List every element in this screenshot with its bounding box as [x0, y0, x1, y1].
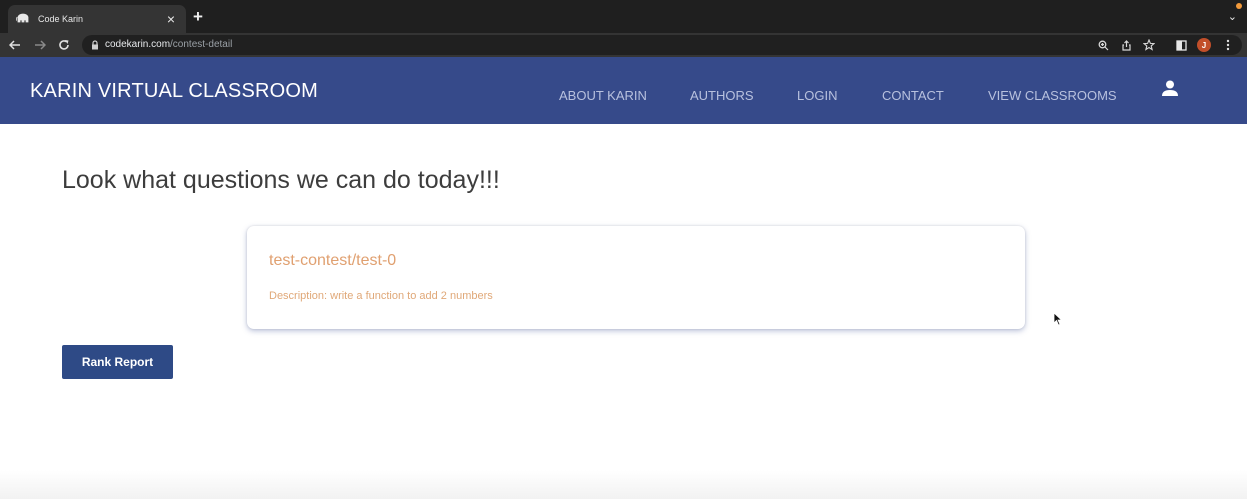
url-host: codekarin.com — [105, 39, 171, 50]
question-description: Description: write a function to add 2 n… — [269, 290, 493, 302]
user-account-icon[interactable] — [1160, 79, 1180, 99]
tab-search-chevron-icon[interactable]: ⌄ — [1228, 10, 1237, 23]
question-card[interactable]: test-contest/test-0 Description: write a… — [247, 226, 1025, 329]
mouse-pointer-icon — [1053, 312, 1063, 326]
lock-icon — [92, 40, 98, 50]
bookmark-star-icon[interactable] — [1142, 38, 1156, 52]
nav-link-contact[interactable]: CONTACT — [882, 88, 944, 103]
reload-icon[interactable] — [57, 38, 71, 52]
profile-avatar[interactable]: J — [1197, 38, 1211, 52]
tab-close-icon[interactable]: × — [164, 12, 178, 26]
page-heading: Look what questions we can do today!!! — [62, 166, 500, 194]
nav-link-login[interactable]: LOGIN — [797, 88, 837, 103]
kebab-menu-icon[interactable] — [1221, 38, 1235, 52]
browser-toolbar: codekarin.com/contest-detail J — [0, 33, 1247, 57]
address-bar[interactable]: codekarin.com/contest-detail J — [82, 35, 1242, 55]
recording-indicator — [1236, 3, 1242, 9]
back-icon[interactable] — [8, 38, 22, 52]
zoom-icon[interactable] — [1096, 38, 1110, 52]
nav-link-about[interactable]: ABOUT KARIN — [559, 88, 647, 103]
page-footer-area — [0, 470, 1247, 499]
rank-report-button[interactable]: Rank Report — [62, 345, 173, 379]
browser-tab[interactable]: Code Karin × — [8, 5, 186, 33]
new-tab-button[interactable]: + — [193, 8, 203, 25]
brand-logo-text[interactable]: KARIN VIRTUAL CLASSROOM — [30, 80, 318, 103]
share-icon[interactable] — [1119, 38, 1133, 52]
nav-link-authors[interactable]: AUTHORS — [690, 88, 754, 103]
question-title[interactable]: test-contest/test-0 — [269, 252, 396, 270]
site-navbar: KARIN VIRTUAL CLASSROOM ABOUT KARIN AUTH… — [0, 57, 1247, 124]
elephant-favicon-icon — [16, 13, 30, 25]
browser-tab-strip: Code Karin × + ⌄ — [0, 0, 1247, 33]
url-path: /contest-detail — [170, 39, 233, 50]
nav-link-view-classrooms[interactable]: VIEW CLASSROOMS — [988, 88, 1117, 103]
url-text: codekarin.com/contest-detail — [105, 39, 232, 50]
side-panel-icon[interactable] — [1174, 38, 1188, 52]
forward-icon[interactable] — [33, 38, 47, 52]
tab-title: Code Karin — [38, 14, 84, 24]
